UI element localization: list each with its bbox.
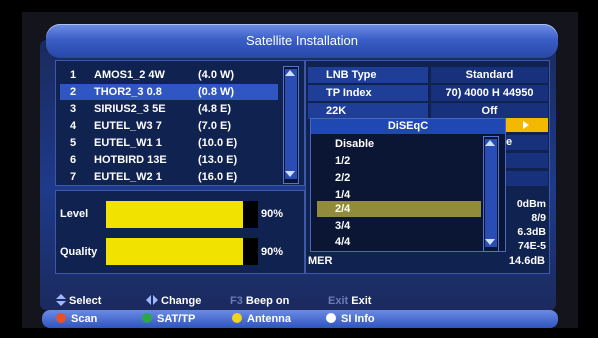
diseqc-dialog: DiSEqC Disable 1/2 2/2 1/4 2/4 3/4 4/4 [310, 118, 506, 252]
diseqc-option[interactable]: Disable [317, 136, 481, 152]
antenna-button[interactable]: Antenna [232, 310, 291, 328]
help-f3: F3 Beep on [230, 292, 289, 310]
satellite-item[interactable]: 3 SIRIUS2_3 5E (4.8 E) [60, 101, 278, 117]
satellite-item-selected[interactable]: 2 THOR2_3 0.8 (0.8 W) [60, 84, 278, 100]
lnb-type-label: LNB Type [308, 67, 428, 83]
scan-label: Scan [71, 313, 98, 325]
page-title: Satellite Installation [245, 33, 358, 48]
diseqc-option-selected[interactable]: 2/4 [317, 201, 481, 217]
hidden-setting-value[interactable]: e [506, 135, 548, 150]
title-bar: Satellite Installation [46, 24, 558, 58]
quality-bar-fill [106, 238, 243, 265]
satellite-number: 6 [70, 154, 77, 166]
satellite-position: (16.0 E) [198, 171, 238, 183]
si-info-button[interactable]: SI Info [326, 310, 375, 328]
up-down-icon [56, 294, 66, 306]
satellite-name: SIRIUS2_3 5E [94, 103, 166, 115]
22k-label: 22K [308, 103, 428, 119]
level-bar-fill [106, 201, 243, 228]
scroll-down-icon [285, 171, 295, 177]
satellite-item[interactable]: 4 EUTEL_W3 7 (7.0 E) [60, 118, 278, 134]
scan-button[interactable]: Scan [56, 310, 97, 328]
scrollbar-thumb[interactable] [285, 69, 297, 179]
satellite-position: (4.0 W) [198, 69, 235, 81]
diseqc-select-button[interactable] [506, 118, 548, 132]
22k-value[interactable]: Off [431, 103, 548, 119]
green-button-icon [142, 313, 152, 323]
level-percent: 90% [261, 208, 284, 220]
satellite-position: (0.8 W) [198, 86, 235, 98]
satellite-item[interactable]: 7 EUTEL_W2 1 (16.0 E) [60, 169, 278, 185]
diseqc-dialog-title: DiSEqC [311, 119, 505, 134]
tp-index-row[interactable]: TP Index 70) 4000 H 44950 [308, 85, 548, 101]
hidden-setting-value[interactable] [506, 153, 548, 168]
satellite-number: 7 [70, 171, 77, 183]
satellite-position: (10.0 E) [198, 137, 238, 149]
satellite-number: 1 [70, 69, 77, 81]
satellite-name: THOR2_3 0.8 [94, 86, 162, 98]
diseqc-option[interactable]: 1/2 [317, 153, 481, 169]
lnb-type-row[interactable]: LNB Type Standard [308, 67, 548, 83]
satellite-number: 4 [70, 120, 77, 132]
quality-bar [106, 238, 258, 265]
scrollbar-thumb[interactable] [485, 139, 497, 247]
diseqc-option[interactable]: 3/4 [317, 218, 481, 234]
yellow-button-icon [232, 313, 242, 323]
satellite-position: (4.8 E) [198, 103, 232, 115]
satellite-name: EUTEL_W1 1 [94, 137, 162, 149]
satellite-name: AMOS1_2 4W [94, 69, 165, 81]
white-button-icon [326, 313, 336, 323]
satellite-name: HOTBIRD 13E [94, 154, 167, 166]
hidden-setting-value[interactable] [506, 171, 548, 186]
scroll-up-icon [285, 70, 295, 76]
satellite-name: EUTEL_W3 7 [94, 120, 162, 132]
color-button-bar: Scan SAT/TP Antenna SI Info [42, 310, 558, 328]
satellite-position: (7.0 E) [198, 120, 232, 132]
lnb-type-value[interactable]: Standard [431, 67, 548, 83]
diseqc-option[interactable]: 2/2 [317, 170, 481, 186]
exit-hint: Exit [351, 295, 372, 307]
red-button-icon [56, 313, 66, 323]
help-select: Select [56, 292, 101, 310]
mer-label: MER [308, 255, 333, 267]
satellite-list-scrollbar[interactable] [283, 66, 299, 184]
f3-key: F3 [230, 295, 243, 307]
help-exit: Exit Exit [328, 292, 371, 310]
satellite-list: 1 AMOS1_2 4W (4.0 W) 2 THOR2_3 0.8 (0.8 … [55, 60, 305, 186]
select-hint: Select [69, 295, 102, 307]
left-right-icon [146, 295, 158, 305]
help-bar: Select Change F3 Beep on Exit Exit [50, 292, 550, 310]
22k-row[interactable]: 22K Off [308, 103, 548, 119]
quality-percent: 90% [261, 246, 284, 258]
change-hint: Change [161, 295, 202, 307]
siinfo-label: SI Info [341, 313, 375, 325]
sattp-label: SAT/TP [157, 313, 196, 325]
tp-index-label: TP Index [308, 85, 428, 101]
level-label: Level [60, 208, 89, 220]
partial-value-text: e [506, 136, 513, 148]
right-arrow-icon [523, 121, 529, 129]
diseqc-scrollbar[interactable] [483, 136, 499, 252]
satellite-position: (13.0 E) [198, 154, 238, 166]
sat-tp-button[interactable]: SAT/TP [142, 310, 195, 328]
signal-panel: Level 90% Quality 90% [55, 190, 305, 274]
satellite-name: EUTEL_W2 1 [94, 171, 162, 183]
quality-label: Quality [60, 246, 98, 258]
satellite-number: 3 [70, 103, 77, 115]
antenna-label: Antenna [247, 313, 291, 325]
satellite-item[interactable]: 6 HOTBIRD 13E (13.0 E) [60, 152, 278, 168]
satellite-item[interactable]: 5 EUTEL_W1 1 (10.0 E) [60, 135, 278, 151]
scroll-down-icon [485, 239, 495, 245]
satellite-item[interactable]: 1 AMOS1_2 4W (4.0 W) [60, 67, 278, 83]
satellite-number: 5 [70, 137, 77, 149]
help-change: Change [146, 292, 201, 310]
scroll-up-icon [485, 140, 495, 146]
f3-hint: Beep on [245, 295, 290, 307]
satellite-number: 2 [70, 86, 77, 98]
level-bar [106, 201, 258, 228]
tp-index-value[interactable]: 70) 4000 H 44950 [431, 85, 548, 101]
mer-value: 14.6dB [508, 255, 545, 267]
diseqc-option[interactable]: 4/4 [317, 234, 481, 250]
exit-key: Exit [328, 295, 349, 307]
